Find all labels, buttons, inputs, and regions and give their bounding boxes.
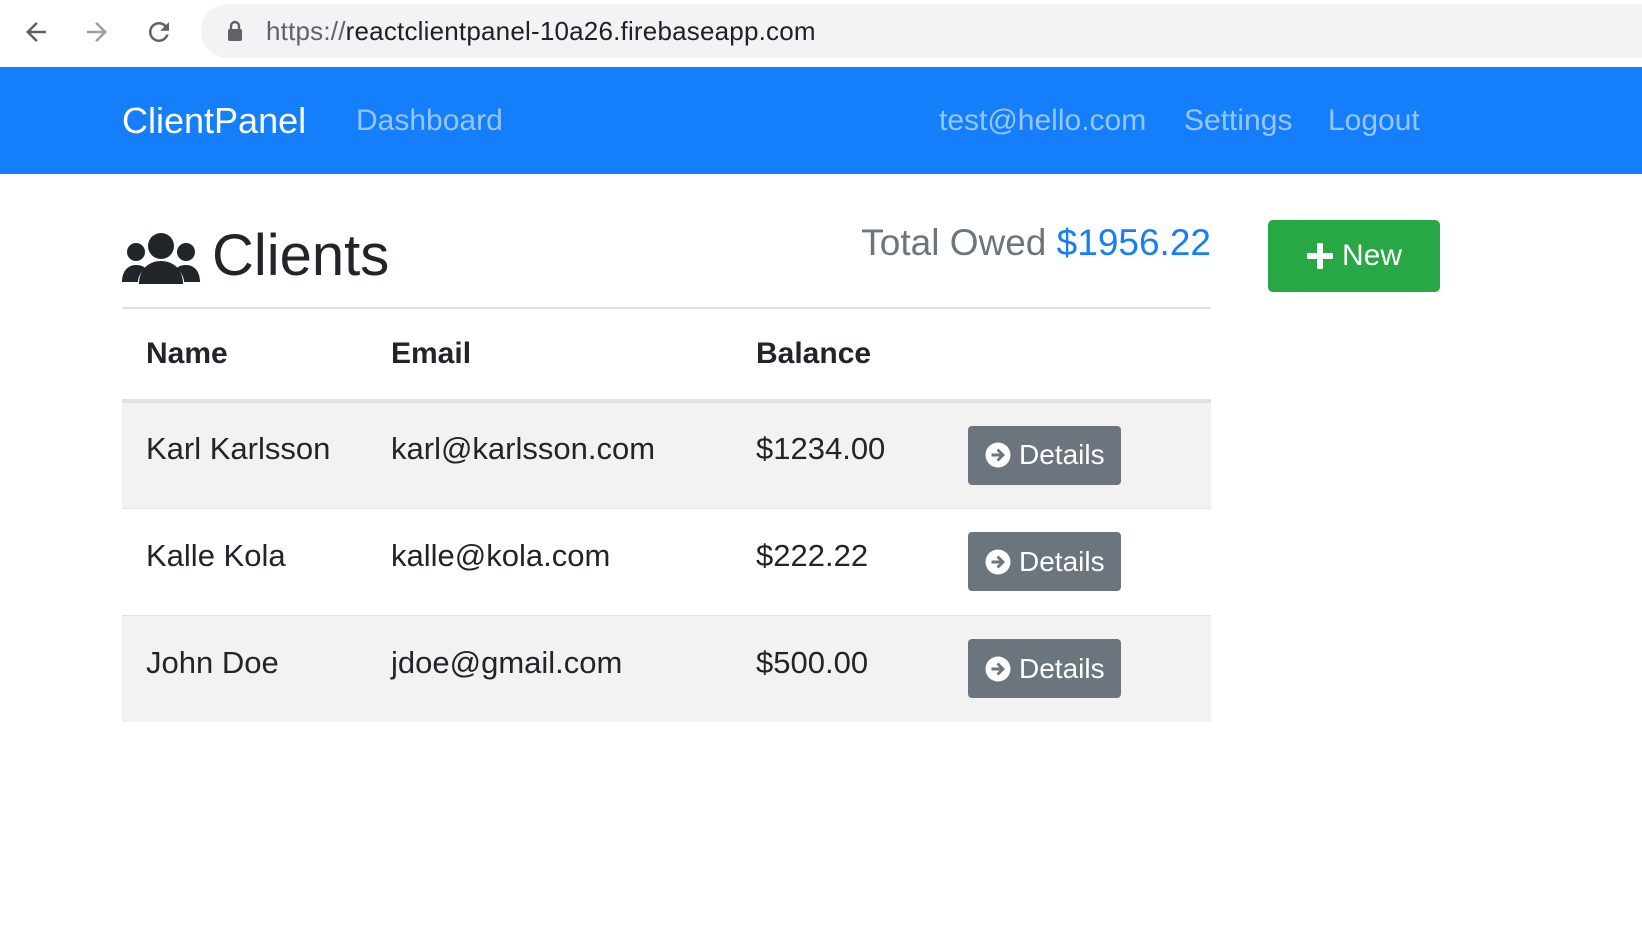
total-owed-label: Total Owed bbox=[861, 222, 1047, 263]
table-row: Kalle Kola kalle@kola.com $222.22 Detail… bbox=[122, 507, 1211, 615]
arrow-circle-right-icon bbox=[985, 442, 1011, 468]
plus-icon bbox=[1306, 243, 1333, 269]
lock-icon bbox=[225, 19, 245, 43]
client-name: Kalle Kola bbox=[146, 537, 286, 573]
address-bar[interactable]: https://reactclientpanel-10a26.firebasea… bbox=[201, 4, 1642, 58]
table-row: John Doe jdoe@gmail.com $500.00 Details bbox=[122, 614, 1211, 722]
details-button[interactable]: Details bbox=[968, 639, 1121, 699]
details-label: Details bbox=[1019, 545, 1105, 577]
total-owed: Total Owed $1956.22 bbox=[861, 222, 1211, 264]
arrow-circle-right-icon bbox=[985, 656, 1011, 682]
header-balance: Balance bbox=[756, 309, 968, 403]
nav-dashboard[interactable]: Dashboard bbox=[356, 104, 503, 138]
browser-toolbar: https://reactclientpanel-10a26.firebasea… bbox=[0, 0, 1642, 67]
table-row: Karl Karlsson karl@karlsson.com $1234.00… bbox=[122, 400, 1211, 508]
client-email: kalle@kola.com bbox=[391, 537, 611, 573]
client-email: jdoe@gmail.com bbox=[391, 644, 623, 680]
client-email: karl@karlsson.com bbox=[391, 431, 656, 467]
client-balance: $500.00 bbox=[756, 644, 869, 680]
nav-logout[interactable]: Logout bbox=[1328, 104, 1420, 138]
client-name: John Doe bbox=[146, 644, 279, 680]
client-balance: $1234.00 bbox=[756, 431, 886, 467]
details-button[interactable]: Details bbox=[968, 532, 1121, 591]
details-label: Details bbox=[1019, 652, 1105, 684]
nav-settings[interactable]: Settings bbox=[1184, 104, 1292, 138]
clients-header: Clients Total Owed $1956.22 bbox=[122, 220, 1211, 308]
details-label: Details bbox=[1019, 439, 1105, 471]
url-host: reactclientpanel-10a26.firebaseapp.com bbox=[345, 15, 816, 46]
header-name: Name bbox=[122, 309, 391, 403]
nav-user-email[interactable]: test@hello.com bbox=[939, 104, 1146, 138]
arrow-right-icon bbox=[87, 22, 107, 42]
new-client-button[interactable]: New bbox=[1268, 220, 1440, 292]
new-button-label: New bbox=[1341, 239, 1402, 272]
total-owed-amount: $1956.22 bbox=[1056, 222, 1211, 263]
table-header-row: Name Email Balance bbox=[122, 309, 1211, 403]
url-scheme: https:// bbox=[266, 15, 346, 46]
arrow-left-icon bbox=[26, 22, 46, 42]
client-balance: $222.22 bbox=[756, 537, 869, 573]
arrow-circle-right-icon bbox=[985, 549, 1011, 574]
reload-icon bbox=[149, 22, 169, 42]
client-name: Karl Karlsson bbox=[146, 431, 331, 467]
header-email: Email bbox=[391, 309, 756, 403]
header-action bbox=[968, 309, 1211, 403]
brand-link[interactable]: ClientPanel bbox=[122, 100, 306, 142]
forward-button[interactable] bbox=[77, 10, 117, 54]
details-button[interactable]: Details bbox=[968, 425, 1121, 485]
top-navbar: ClientPanel Dashboard test@hello.com Set… bbox=[0, 67, 1642, 174]
page-title: Clients bbox=[212, 223, 390, 288]
url-text: https://reactclientpanel-10a26.firebasea… bbox=[266, 16, 816, 47]
back-button[interactable] bbox=[16, 10, 56, 54]
clients-table: Name Email Balance Karl Karlsson karl@ka… bbox=[122, 309, 1211, 722]
reload-button[interactable] bbox=[139, 10, 179, 54]
users-icon bbox=[122, 230, 200, 291]
